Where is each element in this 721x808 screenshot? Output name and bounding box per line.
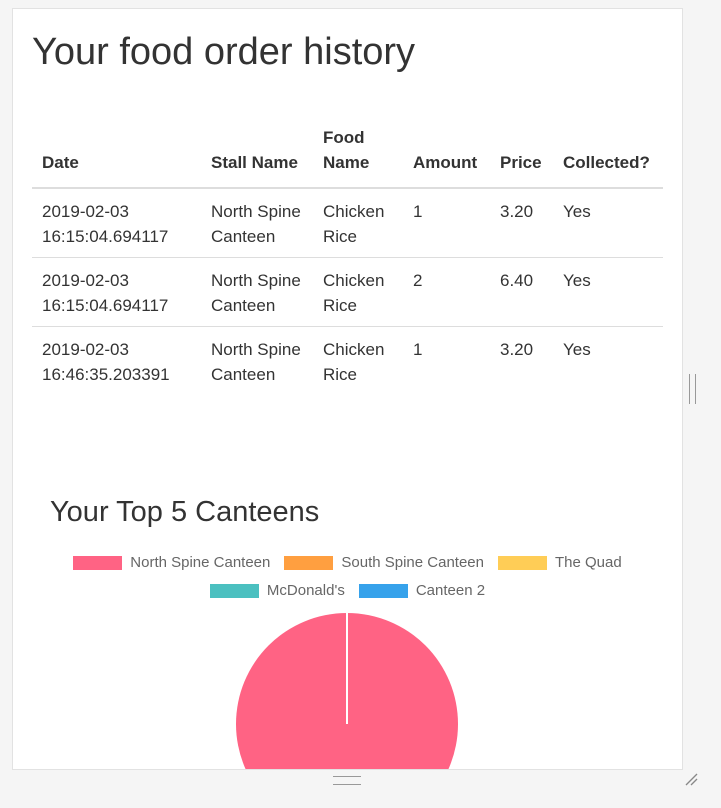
resize-corner-icon[interactable]: [684, 772, 698, 786]
pie-chart: [236, 613, 458, 769]
panel-splitter-handle[interactable]: [689, 374, 696, 404]
bottom-resize-grip[interactable]: [333, 776, 361, 785]
content-panel: Your food order history Date Stall Name …: [12, 8, 683, 770]
